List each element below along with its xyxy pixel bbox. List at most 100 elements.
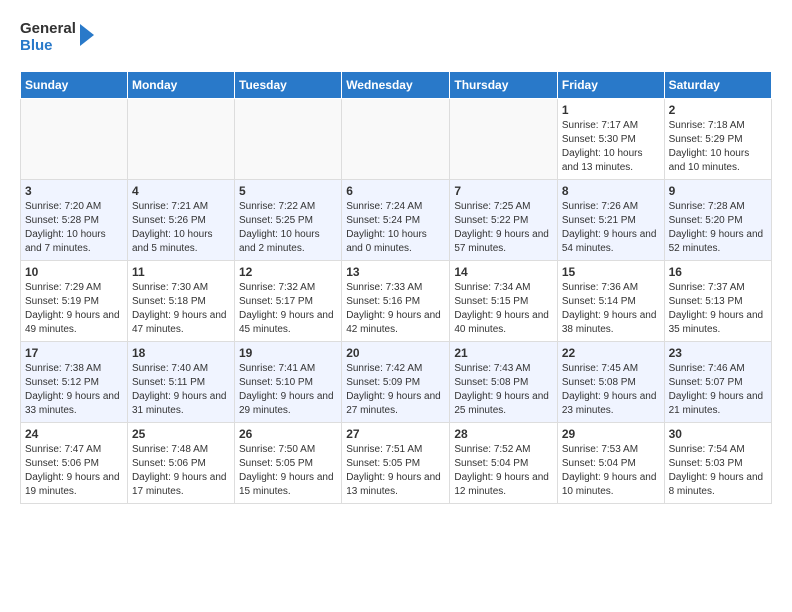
day-number: 17 [25,346,123,360]
calendar-week-row: 17 Sunrise: 7:38 AM Sunset: 5:12 PM Dayli… [21,341,772,422]
calendar-week-row: 24Sunrise: 7:47 AM Sunset: 5:06 PM Dayli… [21,422,772,503]
day-number: 19 [239,346,337,360]
day-number: 7 [454,184,553,198]
day-info: Sunrise: 7:37 AM Sunset: 5:13 PM Dayligh… [669,281,767,337]
calendar-cell: 7 Sunrise: 7:25 AM Sunset: 5:22 PM Daylig… [450,179,558,260]
calendar-cell [342,98,450,179]
day-number: 6 [346,184,445,198]
day-info: Sunrise: 7:52 AM Sunset: 5:04 PM Dayligh… [454,443,553,499]
day-number: 22 [562,346,660,360]
day-number: 18 [132,346,230,360]
calendar-cell: 26 Sunrise: 7:50 AM Sunset: 5:05 PM Dayli… [235,422,342,503]
calendar-header-row: SundayMondayTuesdayWednesdayThursdayFrid… [21,71,772,98]
day-number: 13 [346,265,445,279]
calendar-cell: 24Sunrise: 7:47 AM Sunset: 5:06 PM Dayli… [21,422,128,503]
day-info: Sunrise: 7:21 AM Sunset: 5:26 PM Dayligh… [132,200,230,256]
day-info: Sunrise: 7:54 AM Sunset: 5:03 PM Dayligh… [669,443,767,499]
day-info: Sunrise: 7:41 AM Sunset: 5:10 PM Dayligh… [239,362,337,418]
calendar-week-row: 1 Sunrise: 7:17 AM Sunset: 5:30 PM Daylig… [21,98,772,179]
calendar-cell: 19 Sunrise: 7:41 AM Sunset: 5:10 PM Dayli… [235,341,342,422]
calendar-cell: 15 Sunrise: 7:36 AM Sunset: 5:14 PM Dayli… [557,260,664,341]
page-header: General Blue [20,20,772,55]
calendar-cell [127,98,234,179]
calendar-cell: 12 Sunrise: 7:32 AM Sunset: 5:17 PM Dayli… [235,260,342,341]
day-number: 12 [239,265,337,279]
weekday-header: Sunday [21,71,128,98]
logo: General Blue [20,20,94,55]
day-info: Sunrise: 7:48 AM Sunset: 5:06 PM Dayligh… [132,443,230,499]
day-number: 9 [669,184,767,198]
day-number: 3 [25,184,123,198]
calendar-cell: 13 Sunrise: 7:33 AM Sunset: 5:16 PM Dayli… [342,260,450,341]
calendar-cell: 23Sunrise: 7:46 AM Sunset: 5:07 PM Dayli… [664,341,771,422]
day-number: 10 [25,265,123,279]
calendar-cell: 14Sunrise: 7:34 AM Sunset: 5:15 PM Dayli… [450,260,558,341]
day-info: Sunrise: 7:45 AM Sunset: 5:08 PM Dayligh… [562,362,660,418]
weekday-header: Friday [557,71,664,98]
day-number: 20 [346,346,445,360]
day-number: 16 [669,265,767,279]
day-number: 28 [454,427,553,441]
calendar-cell: 2 Sunrise: 7:18 AM Sunset: 5:29 PM Daylig… [664,98,771,179]
day-number: 11 [132,265,230,279]
day-number: 29 [562,427,660,441]
day-info: Sunrise: 7:43 AM Sunset: 5:08 PM Dayligh… [454,362,553,418]
calendar-cell: 27 Sunrise: 7:51 AM Sunset: 5:05 PM Dayli… [342,422,450,503]
logo-text: General Blue [20,20,76,55]
day-info: Sunrise: 7:42 AM Sunset: 5:09 PM Dayligh… [346,362,445,418]
day-number: 21 [454,346,553,360]
calendar-cell: 18Sunrise: 7:40 AM Sunset: 5:11 PM Dayli… [127,341,234,422]
calendar-cell [450,98,558,179]
day-number: 27 [346,427,445,441]
day-info: Sunrise: 7:25 AM Sunset: 5:22 PM Dayligh… [454,200,553,256]
calendar-cell: 10Sunrise: 7:29 AM Sunset: 5:19 PM Dayli… [21,260,128,341]
day-number: 25 [132,427,230,441]
day-info: Sunrise: 7:18 AM Sunset: 5:29 PM Dayligh… [669,119,767,175]
day-number: 14 [454,265,553,279]
calendar-week-row: 10Sunrise: 7:29 AM Sunset: 5:19 PM Dayli… [21,260,772,341]
day-info: Sunrise: 7:17 AM Sunset: 5:30 PM Dayligh… [562,119,660,175]
weekday-header: Thursday [450,71,558,98]
day-info: Sunrise: 7:20 AM Sunset: 5:28 PM Dayligh… [25,200,123,256]
calendar-cell: 3 Sunrise: 7:20 AM Sunset: 5:28 PM Daylig… [21,179,128,260]
calendar-week-row: 3 Sunrise: 7:20 AM Sunset: 5:28 PM Daylig… [21,179,772,260]
day-info: Sunrise: 7:50 AM Sunset: 5:05 PM Dayligh… [239,443,337,499]
day-info: Sunrise: 7:26 AM Sunset: 5:21 PM Dayligh… [562,200,660,256]
day-info: Sunrise: 7:36 AM Sunset: 5:14 PM Dayligh… [562,281,660,337]
day-info: Sunrise: 7:32 AM Sunset: 5:17 PM Dayligh… [239,281,337,337]
day-number: 26 [239,427,337,441]
calendar-cell: 6Sunrise: 7:24 AM Sunset: 5:24 PM Daylig… [342,179,450,260]
calendar-cell: 28 Sunrise: 7:52 AM Sunset: 5:04 PM Dayli… [450,422,558,503]
day-info: Sunrise: 7:30 AM Sunset: 5:18 PM Dayligh… [132,281,230,337]
weekday-header: Wednesday [342,71,450,98]
day-info: Sunrise: 7:51 AM Sunset: 5:05 PM Dayligh… [346,443,445,499]
calendar-cell [235,98,342,179]
day-number: 1 [562,103,660,117]
weekday-header: Monday [127,71,234,98]
day-number: 4 [132,184,230,198]
calendar-cell: 29 Sunrise: 7:53 AM Sunset: 5:04 PM Dayli… [557,422,664,503]
weekday-header: Saturday [664,71,771,98]
calendar-cell: 1 Sunrise: 7:17 AM Sunset: 5:30 PM Daylig… [557,98,664,179]
calendar-cell: 11 Sunrise: 7:30 AM Sunset: 5:18 PM Dayli… [127,260,234,341]
calendar-cell: 22 Sunrise: 7:45 AM Sunset: 5:08 PM Dayli… [557,341,664,422]
calendar-cell [21,98,128,179]
day-info: Sunrise: 7:46 AM Sunset: 5:07 PM Dayligh… [669,362,767,418]
day-info: Sunrise: 7:38 AM Sunset: 5:12 PM Dayligh… [25,362,123,418]
calendar-cell: 17 Sunrise: 7:38 AM Sunset: 5:12 PM Dayli… [21,341,128,422]
calendar-table: SundayMondayTuesdayWednesdayThursdayFrid… [20,71,772,504]
day-number: 5 [239,184,337,198]
day-number: 15 [562,265,660,279]
day-info: Sunrise: 7:28 AM Sunset: 5:20 PM Dayligh… [669,200,767,256]
day-number: 24 [25,427,123,441]
calendar-cell: 4 Sunrise: 7:21 AM Sunset: 5:26 PM Daylig… [127,179,234,260]
calendar-cell: 20 Sunrise: 7:42 AM Sunset: 5:09 PM Dayli… [342,341,450,422]
weekday-header: Tuesday [235,71,342,98]
calendar-cell: 21 Sunrise: 7:43 AM Sunset: 5:08 PM Dayli… [450,341,558,422]
logo-arrow [78,24,94,51]
day-info: Sunrise: 7:22 AM Sunset: 5:25 PM Dayligh… [239,200,337,256]
calendar-cell: 16 Sunrise: 7:37 AM Sunset: 5:13 PM Dayli… [664,260,771,341]
day-number: 2 [669,103,767,117]
day-info: Sunrise: 7:33 AM Sunset: 5:16 PM Dayligh… [346,281,445,337]
day-info: Sunrise: 7:53 AM Sunset: 5:04 PM Dayligh… [562,443,660,499]
